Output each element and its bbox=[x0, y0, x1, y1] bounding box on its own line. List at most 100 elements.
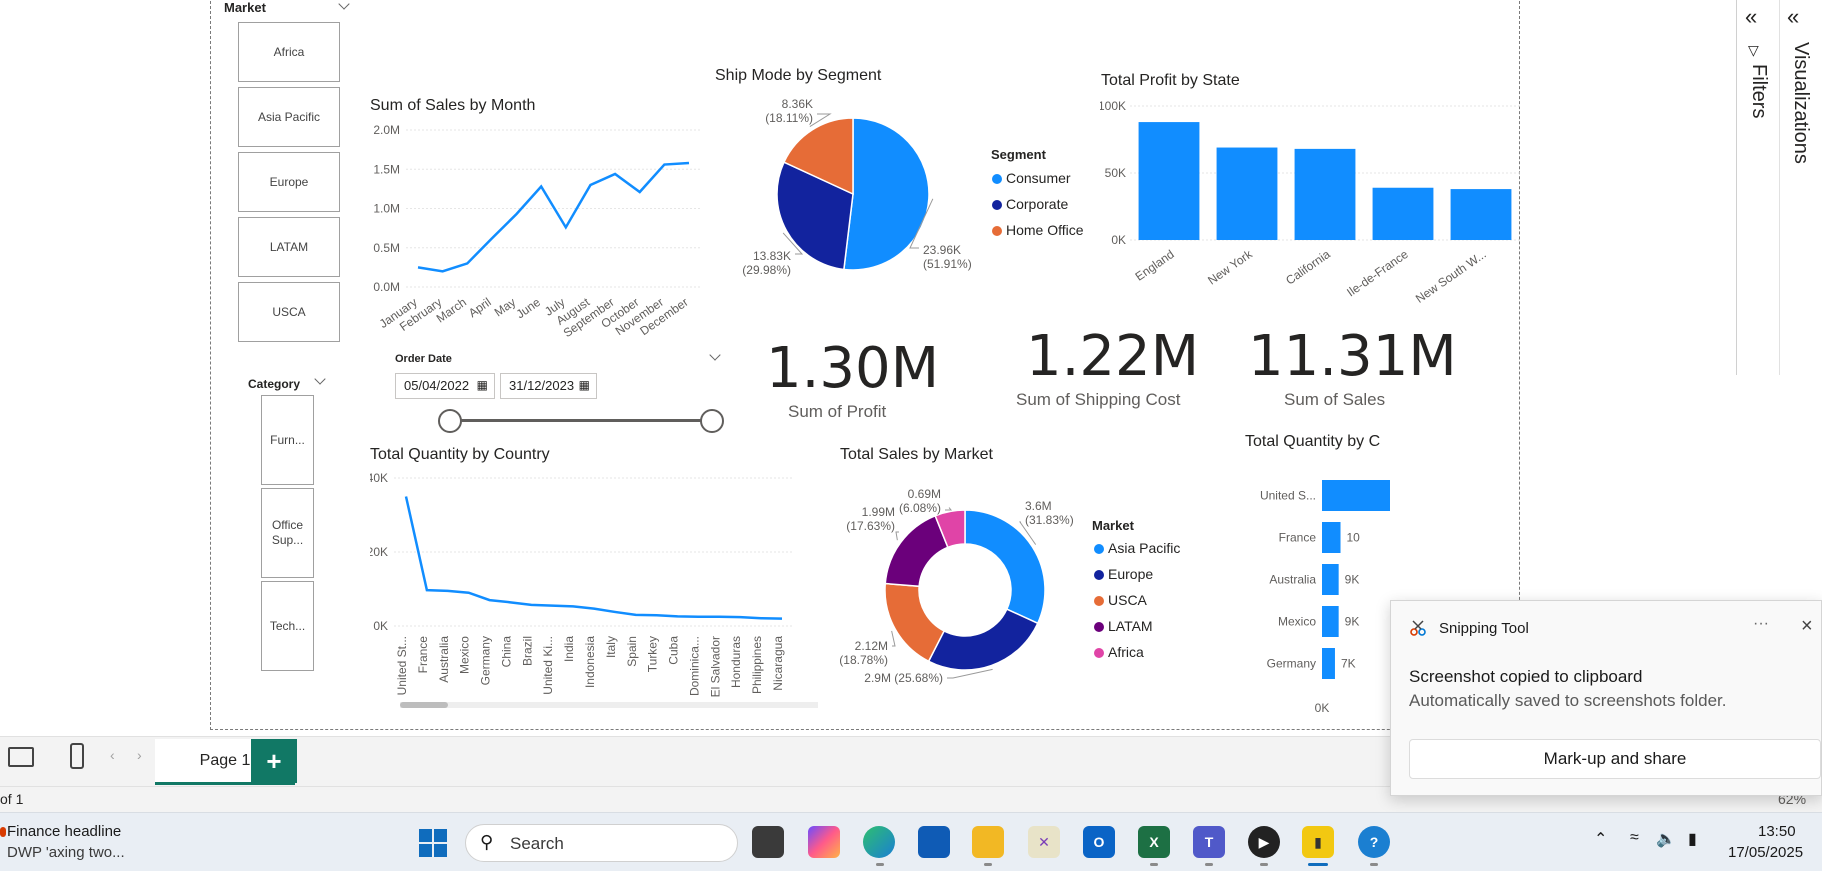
snipping-icon[interactable]: ✕ bbox=[1028, 826, 1060, 858]
close-icon[interactable]: × bbox=[1801, 615, 1813, 638]
market-slicer-asia-pacific[interactable]: Asia Pacific bbox=[238, 87, 340, 147]
bar[interactable] bbox=[1322, 648, 1335, 679]
title-scrollbar[interactable] bbox=[1490, 0, 1495, 54]
legend-item-consumer[interactable]: Consumer bbox=[992, 170, 1071, 186]
legend-item-africa[interactable]: Africa bbox=[1094, 644, 1144, 660]
x-tick-label: Germany bbox=[479, 636, 493, 685]
legend-item-latam[interactable]: LATAM bbox=[1094, 618, 1153, 634]
bar[interactable] bbox=[1450, 189, 1512, 240]
x-tick-label: France bbox=[416, 636, 430, 674]
bar[interactable] bbox=[1322, 606, 1339, 637]
slice-consumer[interactable] bbox=[843, 117, 930, 271]
bar[interactable] bbox=[1322, 480, 1390, 511]
calendar-icon[interactable]: ▦ bbox=[477, 378, 488, 392]
filters-pane-label[interactable]: Filters bbox=[1747, 64, 1770, 118]
market-slicer-latam[interactable]: LATAM bbox=[238, 217, 340, 277]
slice-europe[interactable] bbox=[927, 608, 1039, 671]
outlook-icon[interactable]: O bbox=[1083, 826, 1115, 858]
visualizations-collapse-icon[interactable]: « bbox=[1787, 4, 1799, 30]
y-tick-label: 0.0M bbox=[373, 280, 400, 294]
bar[interactable] bbox=[1138, 122, 1200, 240]
bar[interactable] bbox=[1372, 187, 1434, 240]
start-date-input[interactable]: 05/04/2022 ▦ bbox=[395, 373, 495, 399]
x-tick-label: 0K bbox=[1315, 701, 1330, 715]
market-legend-title: Market bbox=[1092, 518, 1134, 533]
edge-icon[interactable] bbox=[863, 826, 895, 858]
toast-headline: Screenshot copied to clipboard bbox=[1409, 667, 1643, 686]
sales-by-month-chart[interactable]: 2.0M1.5M1.0M0.5M0.0MJanuaryFebruaryMarch… bbox=[370, 118, 705, 340]
profit-by-state-chart[interactable]: 100K 50K 0K England New York California Ile-de… bbox=[1100, 94, 1525, 314]
legend-marker bbox=[992, 200, 1002, 210]
search-placeholder: Search bbox=[510, 834, 564, 853]
x-tick-label: United Ki... bbox=[541, 636, 555, 695]
end-date-input[interactable]: 31/12/2023 ▦ bbox=[500, 373, 597, 399]
qty-by-country-bar-chart[interactable]: United S... France 10 Australia 9K Mexico 9K Ge… bbox=[1245, 460, 1390, 725]
legend-item-usca[interactable]: USCA bbox=[1094, 592, 1147, 608]
horizontal-scrollbar[interactable] bbox=[400, 702, 818, 708]
prev-page-icon[interactable]: ‹ bbox=[110, 747, 115, 763]
category-slicer-item[interactable]: Furn... bbox=[261, 395, 314, 485]
x-tick-label: Spain bbox=[625, 636, 639, 667]
help-icon[interactable]: ? bbox=[1358, 826, 1390, 858]
bar[interactable] bbox=[1294, 148, 1356, 240]
legend-item-asia-pacific[interactable]: Asia Pacific bbox=[1094, 540, 1180, 556]
clock-date[interactable]: 17/05/2025 bbox=[1728, 844, 1803, 861]
qty-by-country-chart[interactable]: 40K 20K 0K United St... France Australia Mexic… bbox=[370, 468, 820, 714]
file-explorer-icon[interactable] bbox=[972, 826, 1004, 858]
news-title[interactable]: Finance headline bbox=[7, 823, 121, 840]
series-line[interactable] bbox=[404, 496, 783, 620]
series-line[interactable] bbox=[417, 161, 690, 273]
volume-icon[interactable]: 🔈 bbox=[1656, 829, 1676, 849]
legend-item-europe[interactable]: Europe bbox=[1094, 566, 1153, 582]
battery-icon[interactable]: ▮ bbox=[1688, 829, 1697, 849]
windows-start-icon[interactable] bbox=[418, 828, 448, 858]
clock-time[interactable]: 13:50 bbox=[1758, 823, 1796, 840]
show-hidden-icons[interactable]: ⌃ bbox=[1594, 829, 1607, 849]
bar[interactable] bbox=[1322, 522, 1341, 553]
category-slicer-item[interactable]: Tech... bbox=[261, 581, 314, 671]
y-tick-label: United S... bbox=[1260, 489, 1316, 503]
excel-icon[interactable]: X bbox=[1138, 826, 1170, 858]
bar[interactable] bbox=[1216, 147, 1278, 240]
media-player-icon[interactable]: ▶ bbox=[1248, 826, 1280, 858]
news-body[interactable]: DWP 'axing two... bbox=[7, 844, 125, 861]
filters-collapse-icon[interactable]: « bbox=[1745, 4, 1757, 30]
market-slicer-usca[interactable]: USCA bbox=[238, 282, 340, 342]
calendar-icon[interactable]: ▦ bbox=[579, 378, 590, 392]
snipping-tool-notification[interactable]: Snipping Tool ··· × Screenshot copied to… bbox=[1390, 600, 1822, 796]
category-slicer-item[interactable]: Office Sup... bbox=[261, 488, 314, 578]
sales-by-market-donut[interactable]: 3.6M(31.83%) 2.9M (25.68%) 2.12M(18.78%) 1.… bbox=[835, 480, 1085, 695]
legend-marker bbox=[1094, 648, 1104, 658]
data-label: 9K bbox=[1345, 615, 1360, 629]
x-tick-label: India bbox=[562, 636, 576, 662]
data-label-pct: (51.91%) bbox=[923, 257, 972, 271]
visualizations-pane-label[interactable]: Visualizations bbox=[1789, 42, 1812, 164]
task-view-icon[interactable] bbox=[752, 826, 784, 858]
add-page-button[interactable]: + bbox=[251, 739, 297, 783]
copilot-icon[interactable] bbox=[808, 826, 840, 858]
taskbar-search[interactable]: ⚲ Search bbox=[465, 824, 738, 862]
mobile-view-icon[interactable] bbox=[70, 743, 84, 769]
teams-icon[interactable]: T bbox=[1193, 826, 1225, 858]
data-label: 23.96K bbox=[923, 243, 961, 257]
next-page-icon[interactable]: › bbox=[137, 747, 142, 763]
market-slicer-africa[interactable]: Africa bbox=[238, 22, 340, 82]
scrollbar-thumb[interactable] bbox=[400, 702, 448, 708]
wifi-icon[interactable]: ≈ bbox=[1630, 829, 1639, 847]
market-slicer-europe[interactable]: Europe bbox=[238, 152, 340, 212]
markup-share-button[interactable]: Mark-up and share bbox=[1409, 739, 1821, 779]
more-options-icon[interactable]: ··· bbox=[1753, 615, 1769, 633]
desktop-view-icon[interactable] bbox=[8, 747, 34, 767]
legend-item-corporate[interactable]: Corporate bbox=[992, 196, 1068, 212]
date-range-start-handle[interactable] bbox=[438, 409, 462, 433]
segment-pie-chart[interactable]: 23.96K(51.91%) 13.83K(29.98%) 8.36K(18.11%… bbox=[735, 90, 985, 290]
store-icon[interactable] bbox=[918, 826, 950, 858]
date-range-track[interactable] bbox=[450, 419, 712, 422]
legend-item-home-office[interactable]: Home Office bbox=[992, 222, 1084, 238]
slice-usca[interactable] bbox=[884, 582, 946, 663]
bar[interactable] bbox=[1322, 564, 1339, 595]
powerbi-icon[interactable]: ▮ bbox=[1302, 826, 1334, 858]
sales-card-value: 11.31M bbox=[1248, 324, 1457, 389]
order-date-title: Order Date bbox=[395, 353, 452, 365]
date-range-end-handle[interactable] bbox=[700, 409, 724, 433]
